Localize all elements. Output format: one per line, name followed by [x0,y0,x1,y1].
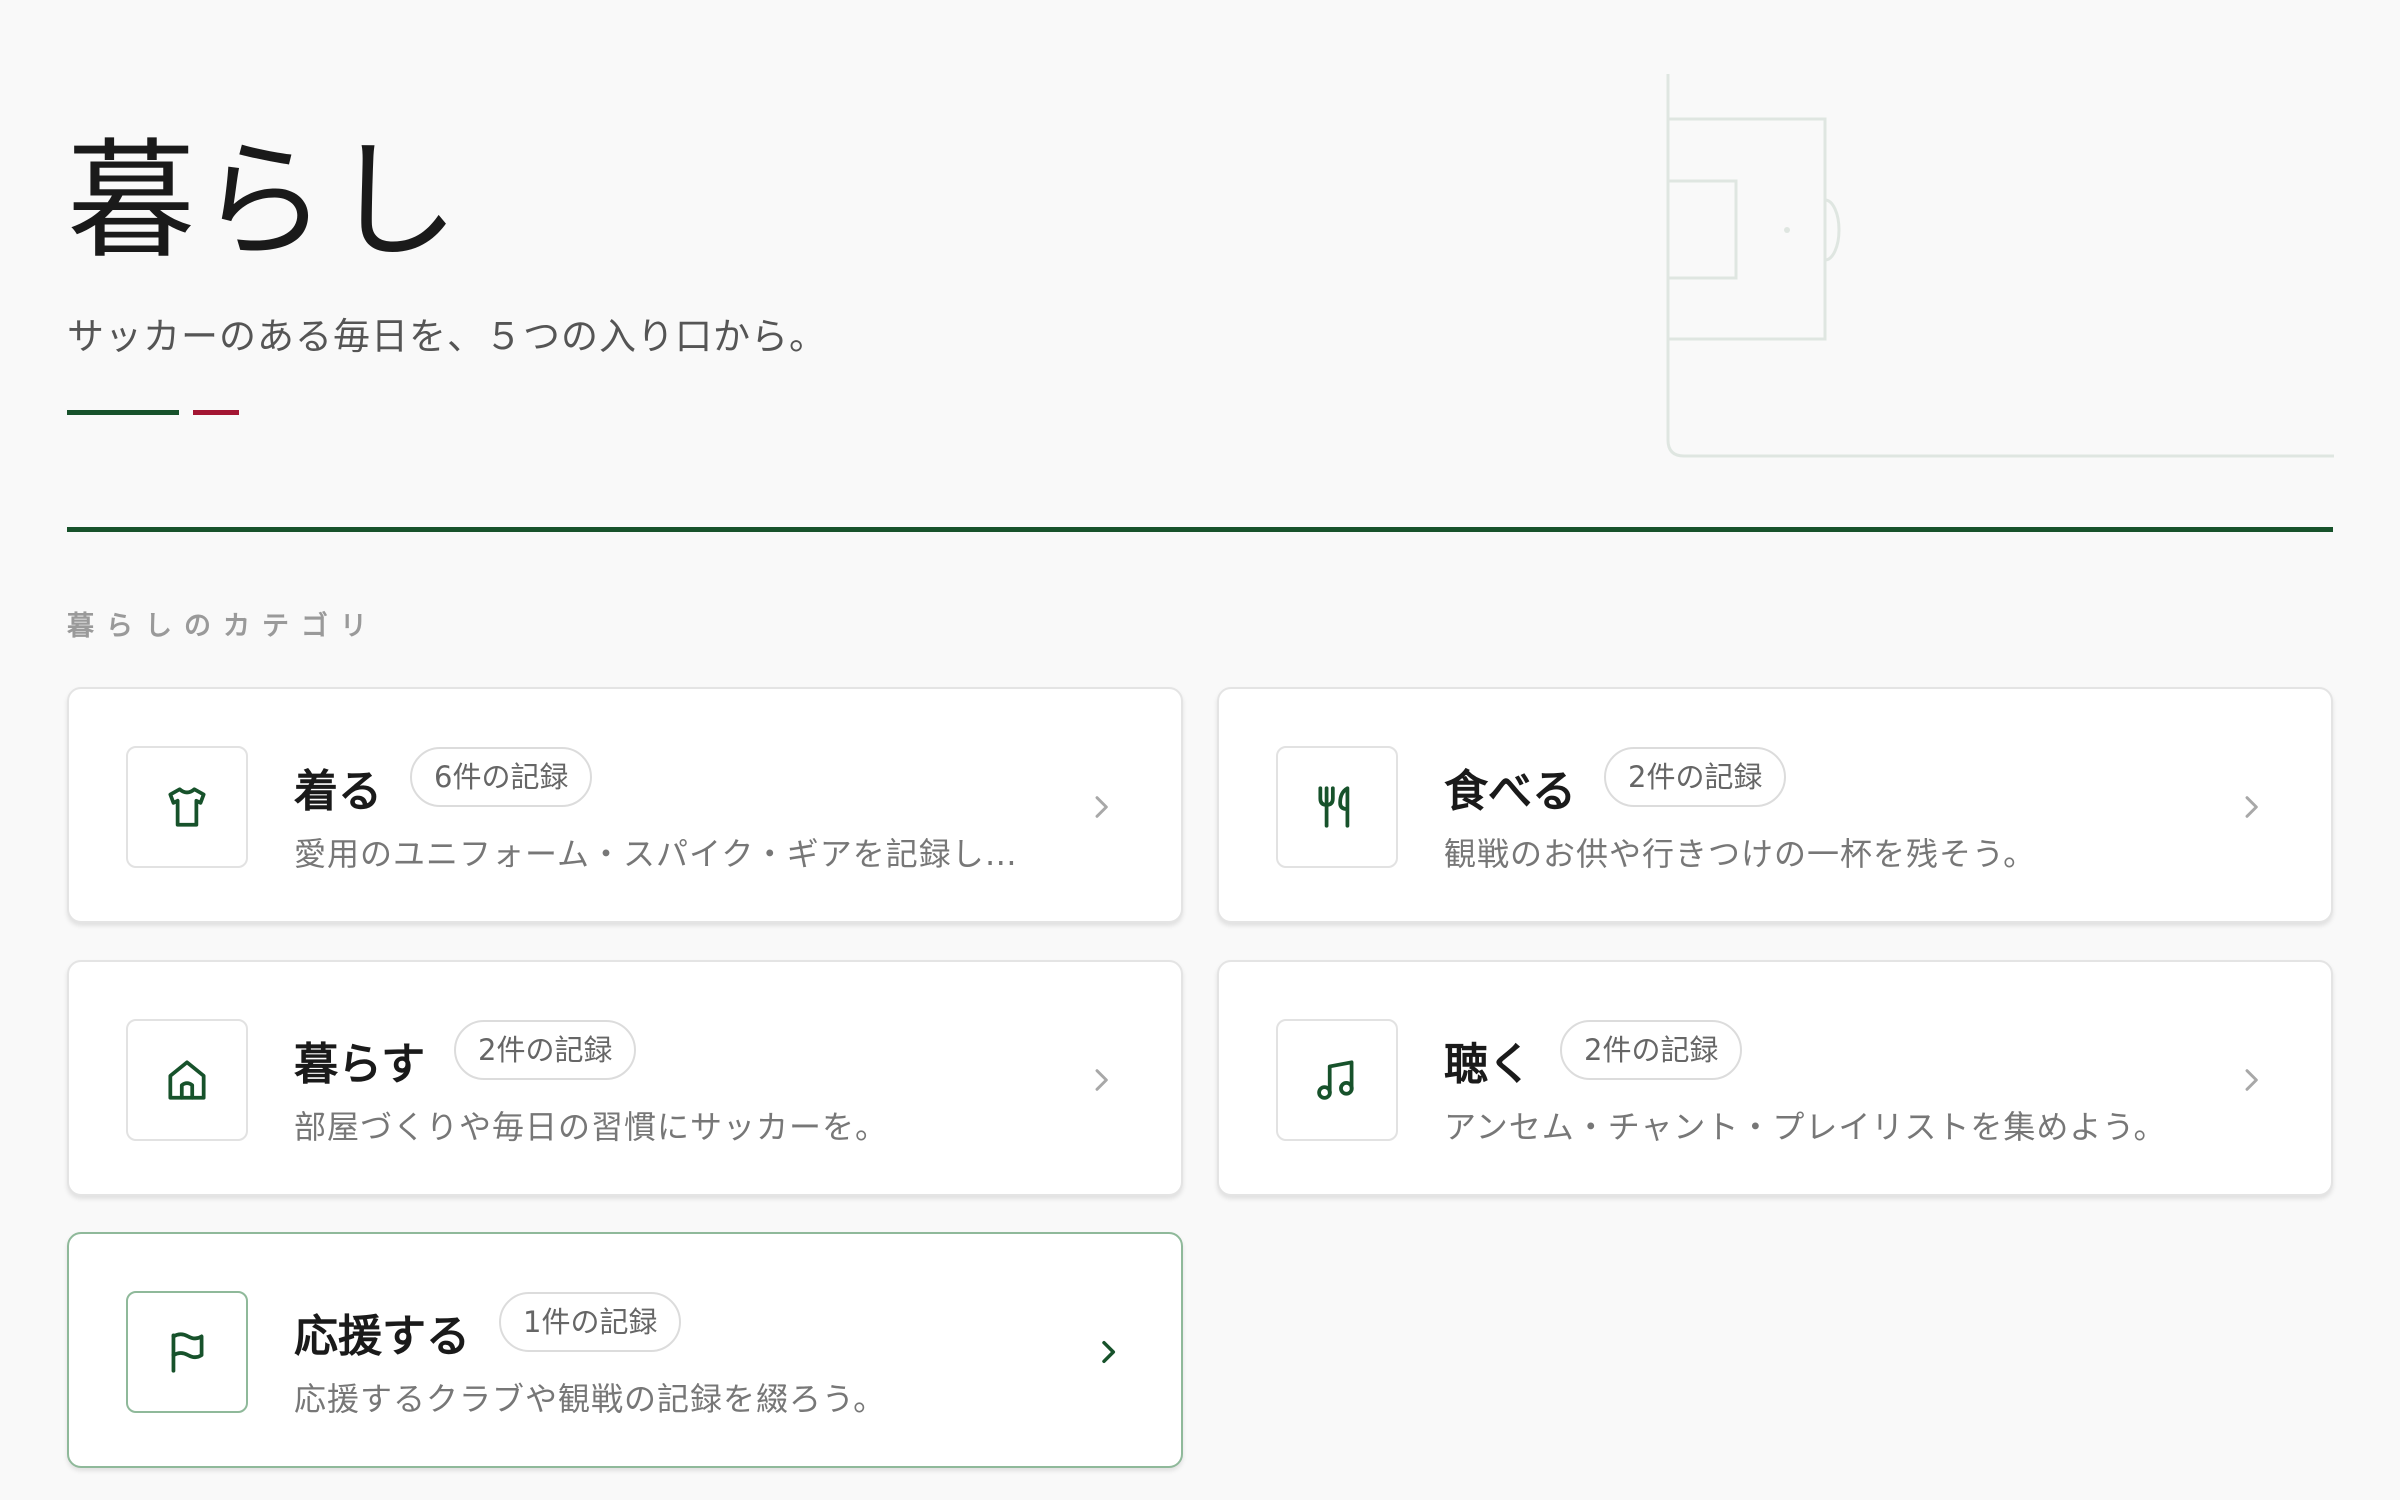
category-description: アンセム・チャント・プレイリストを集めよう。 [1444,1108,2167,1146]
fork-knife-icon [1318,786,1350,828]
chevron-right-icon [1102,1340,1116,1364]
category-card-live[interactable]: 暮らす 2件の記録 部屋づくりや毎日の習慣にサッカーを。 [67,960,1183,1196]
record-count-badge: 1件の記録 [499,1292,682,1352]
record-count-badge: 6件の記録 [410,747,593,807]
category-icon-box [126,1019,248,1141]
category-description: 部屋づくりや毎日の習慣にサッカーを。 [294,1108,889,1146]
category-card-eat[interactable]: 食べる 2件の記録 観戦のお供や行きつけの一杯を残そう。 [1217,687,2333,923]
chevron-right-icon [2245,1069,2258,1091]
category-description: 観戦のお供や行きつけの一杯を残そう。 [1444,835,2037,873]
header: 暮らし サッカーのある毎日を、５つの入り口から。 [67,0,2334,534]
record-count-badge: 2件の記録 [454,1020,637,1080]
accent-bar-green [67,410,179,415]
page-title: 暮らし [67,127,464,276]
home-icon [168,1060,206,1100]
category-icon-box [1276,746,1398,868]
header-divider [67,527,2333,532]
category-icon-box [1276,1019,1398,1141]
category-icon-box [126,1291,248,1413]
chevron-right-icon [2245,796,2258,818]
category-description: 応援するクラブや観戦の記録を綴ろう。 [294,1380,887,1418]
category-title: 応援する [294,1311,470,1362]
music-note-icon [1317,1060,1354,1100]
category-title: 着る [294,766,382,817]
category-description: 愛用のユニフォーム・スパイク・ギアを記録し… [294,835,1018,873]
category-card-listen[interactable]: 聴く 2件の記録 アンセム・チャント・プレイリストを集めよう。 [1217,960,2333,1196]
flag-icon [171,1332,204,1373]
section-label: 暮らしのカテゴリ [67,611,379,642]
record-count-badge: 2件の記録 [1604,747,1787,807]
page-subtitle: サッカーのある毎日を、５つの入り口から。 [67,315,827,358]
accent-bar-red [193,410,239,415]
category-title: 食べる [1444,766,1576,817]
record-count-badge: 2件の記録 [1560,1020,1743,1080]
chevron-right-icon [1095,796,1108,818]
category-title: 暮らす [294,1039,426,1090]
page: 暮らし サッカーのある毎日を、５つの入り口から。 暮らしのカテゴリ 着る 6件の… [0,0,2400,1500]
category-icon-box [126,746,248,868]
chevron-right-icon [1095,1069,1108,1091]
category-title: 聴く [1444,1039,1532,1090]
category-card-support[interactable]: 応援する 1件の記録 応援するクラブや観戦の記録を綴ろう。 [67,1232,1183,1468]
category-card-wear[interactable]: 着る 6件の記録 愛用のユニフォーム・スパイク・ギアを記録し… [67,687,1183,923]
soccer-pitch-illustration [1666,74,2334,458]
shirt-icon [168,787,206,827]
